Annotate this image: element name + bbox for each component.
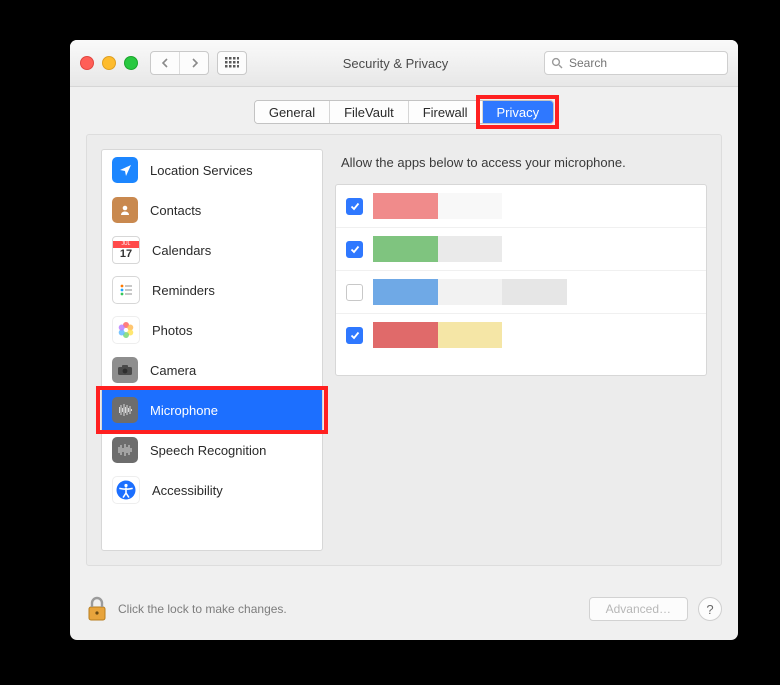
sidebar-item-label: Accessibility: [152, 483, 223, 498]
tab-general[interactable]: General: [255, 101, 329, 123]
sidebar-item-label: Contacts: [150, 203, 201, 218]
contacts-icon: [112, 197, 138, 223]
app-row: [336, 185, 706, 227]
sidebar-item-label: Photos: [152, 323, 192, 338]
traffic-lights: [80, 56, 138, 70]
app-entry-redacted: [373, 236, 696, 262]
photos-icon: [112, 316, 140, 344]
app-entry-redacted: [373, 193, 696, 219]
app-row: [336, 270, 706, 313]
pane-heading: Allow the apps below to access your micr…: [335, 149, 707, 184]
content: GeneralFileVaultFirewallPrivacy Location…: [70, 86, 738, 640]
sidebar-item-microphone[interactable]: Microphone: [102, 390, 322, 430]
privacy-panel: Location Services Contacts JUL17 Calendars R…: [86, 134, 722, 566]
window-title: Security & Privacy: [247, 56, 544, 71]
sidebar-item-calendars[interactable]: JUL17 Calendars: [102, 230, 322, 270]
sidebar-item-contacts[interactable]: Contacts: [102, 190, 322, 230]
app-entry-redacted: [373, 279, 696, 305]
sidebar-item-label: Calendars: [152, 243, 211, 258]
sidebar-item-reminders[interactable]: Reminders: [102, 270, 322, 310]
advanced-button[interactable]: Advanced…: [589, 597, 688, 621]
lock-text: Click the lock to make changes.: [118, 602, 287, 616]
app-list[interactable]: [335, 184, 707, 376]
camera-icon: [112, 357, 138, 383]
microphone-icon: [112, 397, 138, 423]
app-checkbox[interactable]: [346, 284, 363, 301]
calendar-icon: JUL17: [112, 236, 140, 264]
sidebar-item-camera[interactable]: Camera: [102, 350, 322, 390]
tab-firewall[interactable]: Firewall: [408, 101, 482, 123]
zoom-window-button[interactable]: [124, 56, 138, 70]
location-icon: [112, 157, 138, 183]
app-row: [336, 227, 706, 270]
lock-icon[interactable]: [86, 596, 108, 622]
sidebar-item-location-services[interactable]: Location Services: [102, 150, 322, 190]
app-checkbox[interactable]: [346, 198, 363, 215]
minimize-window-button[interactable]: [102, 56, 116, 70]
tabs: GeneralFileVaultFirewallPrivacy: [86, 100, 722, 124]
sidebar-item-photos[interactable]: Photos: [102, 310, 322, 350]
back-button[interactable]: [151, 52, 179, 74]
reminders-icon: [112, 276, 140, 304]
show-all-button[interactable]: [217, 51, 247, 75]
sidebar-item-label: Microphone: [150, 403, 218, 418]
sidebar-item-accessibility[interactable]: Accessibility: [102, 470, 322, 510]
app-row: [336, 313, 706, 356]
close-window-button[interactable]: [80, 56, 94, 70]
forward-button[interactable]: [179, 52, 208, 74]
tab-privacy[interactable]: Privacy: [482, 101, 554, 123]
tab-filevault[interactable]: FileVault: [329, 101, 408, 123]
sidebar-item-label: Camera: [150, 363, 196, 378]
nav-segment: [150, 51, 209, 75]
search-icon: [551, 57, 563, 69]
titlebar: Security & Privacy: [70, 40, 738, 87]
sidebar-item-label: Location Services: [150, 163, 253, 178]
footer: Click the lock to make changes. Advanced…: [86, 592, 722, 626]
prefs-window: Security & Privacy GeneralFileVaultFirew…: [70, 40, 738, 640]
search-field[interactable]: [544, 51, 728, 75]
sidebar-item-label: Reminders: [152, 283, 215, 298]
accessibility-icon: [112, 476, 140, 504]
app-checkbox[interactable]: [346, 241, 363, 258]
sidebar-item-label: Speech Recognition: [150, 443, 266, 458]
sidebar-item-speech-recognition[interactable]: Speech Recognition: [102, 430, 322, 470]
speech-icon: [112, 437, 138, 463]
app-checkbox[interactable]: [346, 327, 363, 344]
privacy-sidebar: Location Services Contacts JUL17 Calendars R…: [101, 149, 323, 551]
help-button[interactable]: ?: [698, 597, 722, 621]
app-permissions-pane: Allow the apps below to access your micr…: [335, 149, 707, 551]
app-entry-redacted: [373, 322, 696, 348]
search-input[interactable]: [567, 55, 721, 71]
